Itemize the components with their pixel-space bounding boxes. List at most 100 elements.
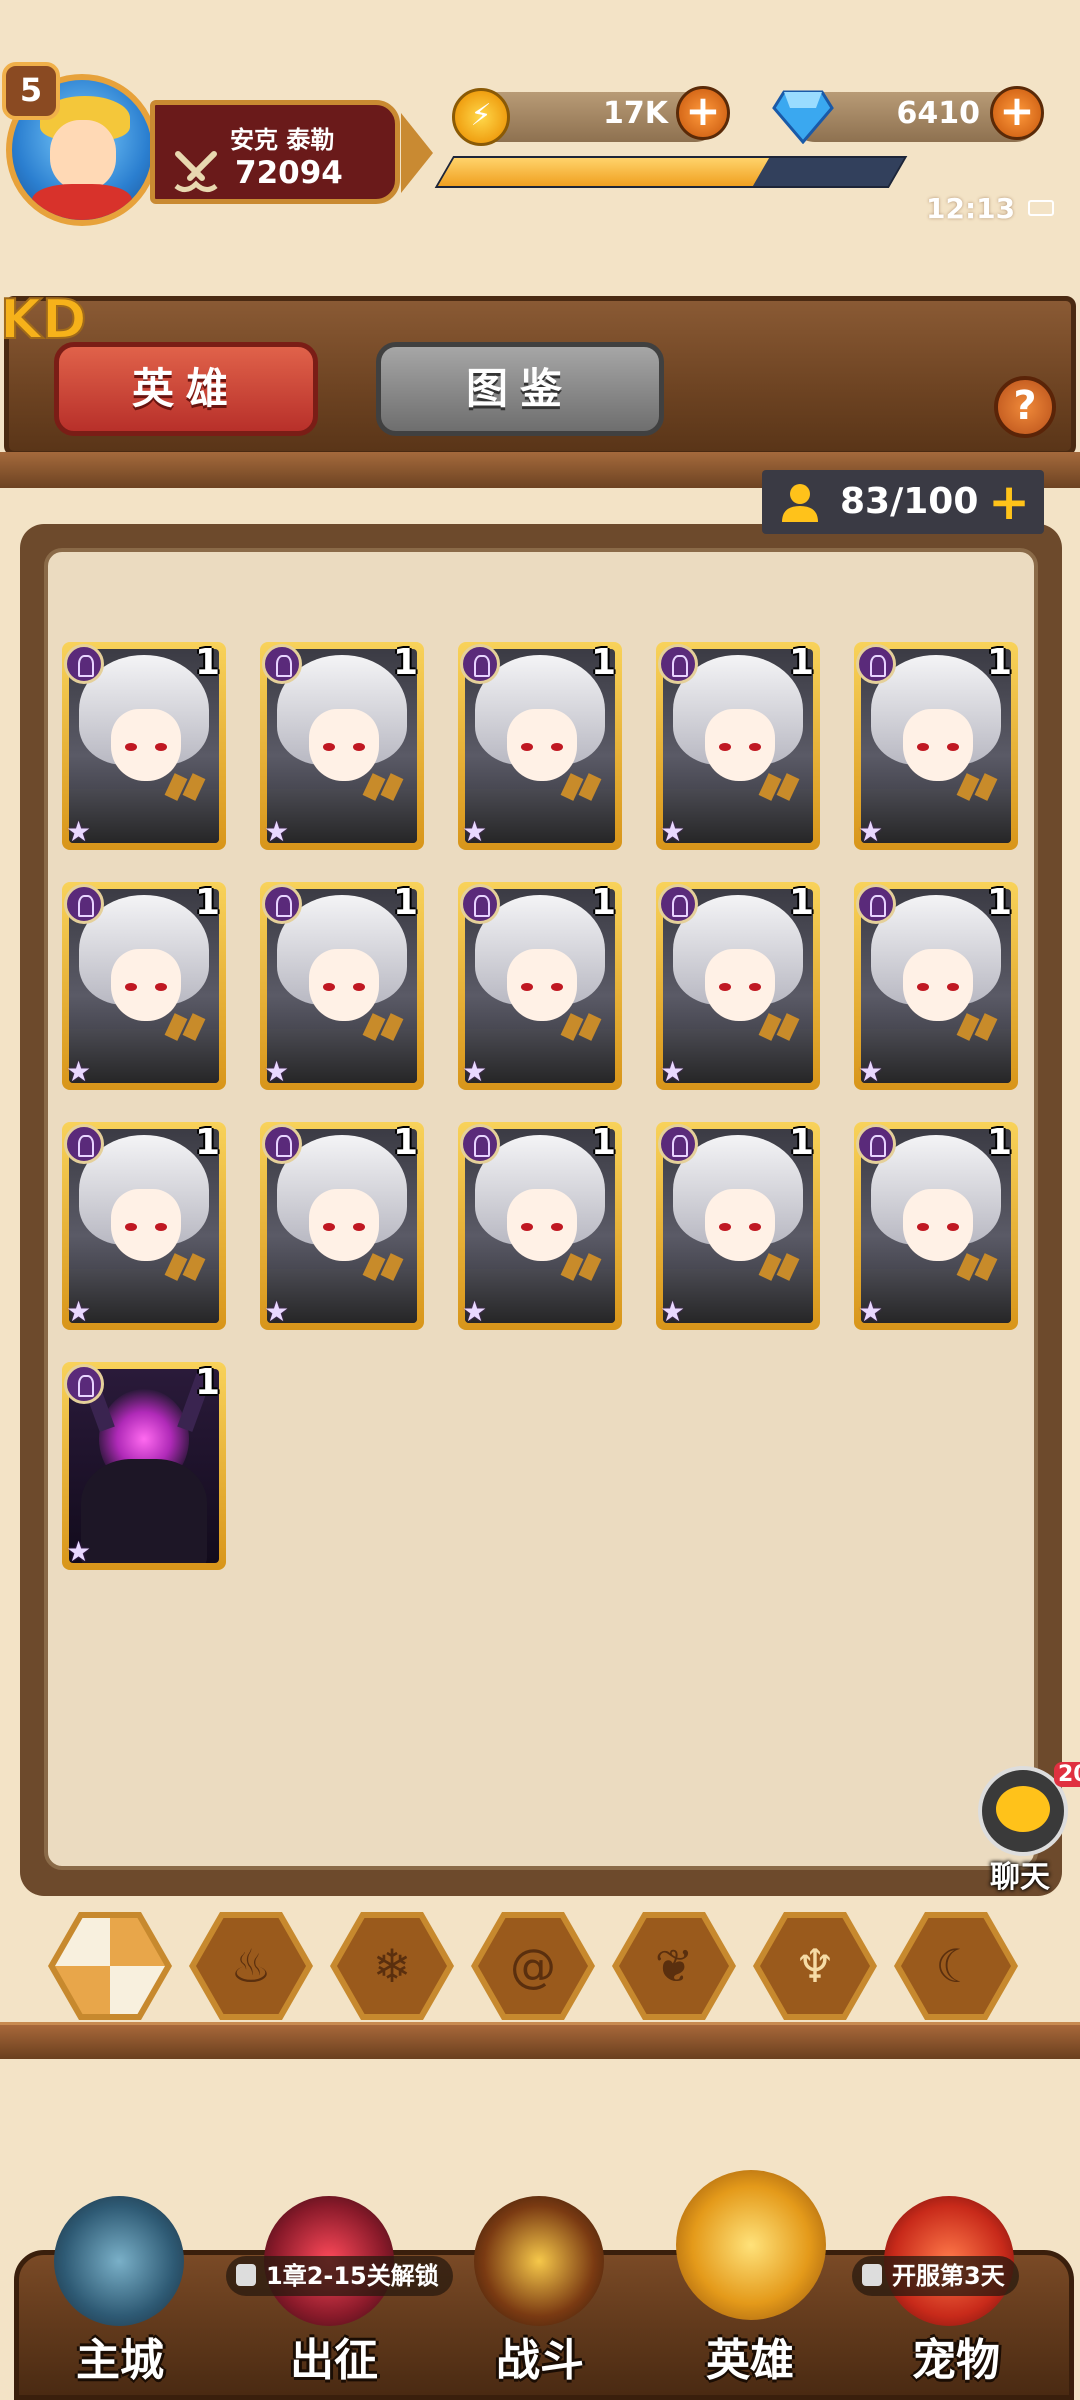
class-emblem-icon [658, 1124, 698, 1164]
hero-level: 1 [986, 882, 1012, 923]
hero-level: 1 [590, 882, 616, 923]
class-emblem-icon [262, 644, 302, 684]
player-name: 安克 泰勒 [230, 126, 335, 154]
add-gold-button[interactable]: + [676, 86, 730, 140]
hero-level: 1 [194, 1362, 220, 1403]
hero-level: 1 [986, 642, 1012, 683]
class-emblem-icon [64, 884, 104, 924]
help-button[interactable]: ? [994, 376, 1056, 438]
capacity-count: 83/100 [840, 481, 979, 522]
nav-battle-icon[interactable] [474, 2196, 604, 2326]
hero-card[interactable]: 1 ★ [260, 1122, 424, 1330]
lock-icon [236, 2264, 256, 2286]
hero-card[interactable]: 1 ★ [458, 882, 622, 1090]
diamond-gem-icon [772, 90, 834, 144]
hero-card[interactable]: 1 ★ [656, 1122, 820, 1330]
nav-city-label[interactable]: 主城 [40, 2324, 200, 2388]
hero-card[interactable]: 1 ★ [854, 882, 1018, 1090]
class-emblem-icon [856, 884, 896, 924]
chat-bubble-icon [996, 1786, 1050, 1832]
hero-card[interactable]: 1 ★ [62, 882, 226, 1090]
hero-level: 1 [590, 642, 616, 683]
gold-coin-icon: ⚡ [452, 88, 510, 146]
class-emblem-icon [460, 1124, 500, 1164]
class-emblem-icon [64, 1124, 104, 1164]
nav-campaign-label[interactable]: 出征 [254, 2324, 414, 2388]
class-emblem-icon [856, 644, 896, 684]
hero-card[interactable]: 1 ★ [62, 642, 226, 850]
star-rank-icon: ★ [66, 815, 92, 848]
expand-capacity-button[interactable]: + [988, 470, 1030, 534]
player-level-badge: 5 [2, 62, 60, 120]
hero-level: 1 [392, 642, 418, 683]
hero-capacity: 83/100 + [762, 470, 1044, 534]
star-rank-icon: ★ [462, 1295, 488, 1328]
hero-card[interactable]: 1 ★ [260, 642, 424, 850]
experience-fill [437, 158, 770, 186]
nav-city-icon[interactable] [54, 2196, 184, 2326]
hero-card[interactable]: 1 ★ [854, 1122, 1018, 1330]
hero-card[interactable]: 1 ★ [62, 1362, 226, 1570]
hero-level: 1 [788, 1122, 814, 1163]
hero-level: 1 [788, 642, 814, 683]
battery-icon [1028, 200, 1054, 216]
star-rank-icon: ★ [858, 1055, 884, 1088]
hero-card[interactable]: 1 ★ [458, 642, 622, 850]
hero-level: 1 [194, 1122, 220, 1163]
lock-icon [862, 2264, 882, 2286]
person-icon [782, 484, 818, 522]
star-rank-icon: ★ [858, 815, 884, 848]
campaign-lock-notice: 1章2-15关解锁 [226, 2256, 453, 2296]
star-rank-icon: ★ [264, 1055, 290, 1088]
hero-card[interactable]: 1 ★ [458, 1122, 622, 1330]
chat-label: 聊天 [990, 1860, 1050, 1895]
star-rank-icon: ★ [264, 1295, 290, 1328]
class-emblem-icon [856, 1124, 896, 1164]
star-rank-icon: ★ [858, 1295, 884, 1328]
star-rank-icon: ★ [660, 1295, 686, 1328]
add-gems-button[interactable]: + [990, 86, 1044, 140]
hero-level: 1 [392, 882, 418, 923]
hero-card[interactable]: 1 ★ [260, 882, 424, 1090]
hero-level: 1 [590, 1122, 616, 1163]
gold-amount: 17K [603, 96, 668, 131]
class-emblem-icon [262, 884, 302, 924]
hero-card[interactable]: 1 ★ [656, 882, 820, 1090]
combat-power: 72094 [235, 155, 343, 191]
star-rank-icon: ★ [66, 1295, 92, 1328]
experience-bar [434, 156, 908, 188]
star-rank-icon: ★ [660, 815, 686, 848]
nav-battle-label[interactable]: 战斗 [460, 2324, 620, 2388]
hero-level: 1 [194, 642, 220, 683]
pets-lock-notice: 开服第3天 [852, 2256, 1019, 2296]
hero-level: 1 [194, 882, 220, 923]
filter-shelf [0, 2022, 1080, 2059]
tab-codex[interactable]: 图鉴 [376, 342, 664, 436]
hero-level: 1 [392, 1122, 418, 1163]
star-rank-icon: ★ [66, 1055, 92, 1088]
star-rank-icon: ★ [462, 815, 488, 848]
class-emblem-icon [460, 884, 500, 924]
nav-heroes-icon[interactable] [676, 2170, 826, 2320]
class-emblem-icon [64, 644, 104, 684]
star-rank-icon: ★ [264, 815, 290, 848]
class-emblem-icon [262, 1124, 302, 1164]
class-emblem-icon [460, 644, 500, 684]
hero-level: 1 [986, 1122, 1012, 1163]
nav-heroes-label[interactable]: 英雄 [670, 2324, 830, 2388]
hero-card[interactable]: 1 ★ [62, 1122, 226, 1330]
chat-unread-badge: 20 [1054, 1762, 1080, 1787]
star-rank-icon: ★ [660, 1055, 686, 1088]
crossed-swords-icon [174, 151, 218, 192]
hero-level: 1 [788, 882, 814, 923]
nav-pets-label[interactable]: 宠物 [876, 2324, 1036, 2388]
star-rank-icon: ★ [66, 1535, 92, 1568]
star-rank-icon: ★ [462, 1055, 488, 1088]
hero-card[interactable]: 1 ★ [656, 642, 820, 850]
gem-amount: 6410 [896, 96, 981, 131]
tab-heroes[interactable]: 英雄 [54, 342, 318, 436]
hero-card[interactable]: 1 ★ [854, 642, 1018, 850]
class-emblem-icon [64, 1364, 104, 1404]
class-emblem-icon [658, 644, 698, 684]
class-emblem-icon [658, 884, 698, 924]
